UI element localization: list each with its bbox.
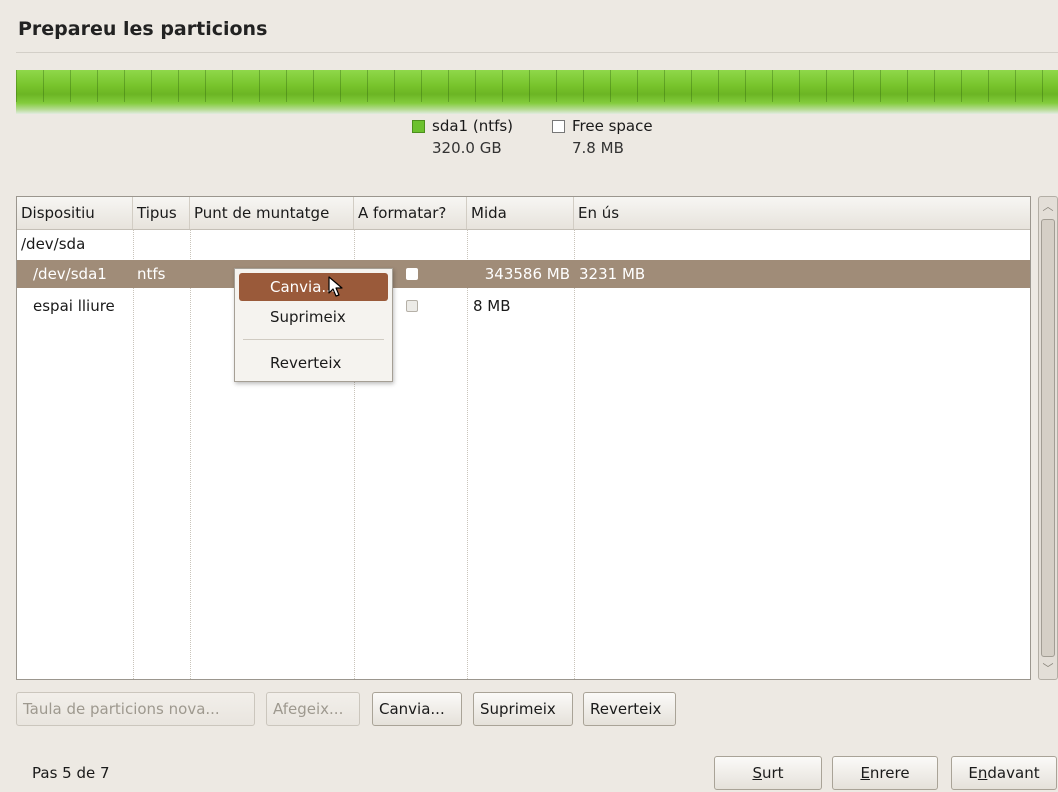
cell-size: 343586 MB <box>484 265 570 283</box>
legend-sda1-size: 320.0 GB <box>432 139 502 157</box>
context-menu-revert[interactable]: Reverteix <box>239 349 388 377</box>
back-label: nrere <box>869 764 910 782</box>
format-checkbox[interactable] <box>406 300 418 312</box>
partition-table[interactable]: Dispositiu Tipus Punt de muntatge A form… <box>16 196 1031 680</box>
add-partition-button[interactable]: Afegeix... <box>266 692 360 726</box>
legend-free-name: Free space <box>572 117 653 135</box>
table-row[interactable]: /dev/sda1 ntfs 343586 MB 3231 MB <box>17 260 1030 288</box>
scroll-down-icon[interactable]: ﹀ <box>1039 659 1057 679</box>
cell-type: ntfs <box>137 265 166 283</box>
step-indicator: Pas 5 de 7 <box>32 764 110 782</box>
back-mnemonic: E <box>860 764 870 782</box>
forward-mnemonic: n <box>977 764 988 782</box>
legend-free-size: 7.8 MB <box>572 139 624 157</box>
legend-sda1-name: sda1 (ntfs) <box>432 117 514 135</box>
format-checkbox[interactable] <box>406 268 418 280</box>
sda1-swatch-icon <box>412 120 425 133</box>
forward-label: davant <box>987 764 1040 782</box>
vertical-scrollbar[interactable]: ︿ ﹀ <box>1038 196 1058 680</box>
free-space-swatch-icon <box>552 120 565 133</box>
change-partition-button[interactable]: Canvia... <box>372 692 462 726</box>
page-title: Prepareu les particions <box>18 18 268 40</box>
forward-prefix: E <box>968 764 978 782</box>
table-row[interactable]: espai lliure 8 MB <box>17 292 1030 320</box>
new-partition-table-button[interactable]: Taula de particions nova... <box>16 692 255 726</box>
quit-button[interactable]: Surt <box>714 756 822 790</box>
cell-used: 3231 MB <box>579 265 646 283</box>
column-header-format[interactable]: A formatar? <box>354 197 467 229</box>
title-divider <box>16 52 1058 53</box>
forward-button[interactable]: Endavant <box>951 756 1057 790</box>
column-header-used[interactable]: En ús <box>574 197 1030 229</box>
quit-label: urt <box>761 764 784 782</box>
column-header-type[interactable]: Tipus <box>133 197 190 229</box>
mouse-pointer-icon <box>328 276 343 297</box>
revert-button[interactable]: Reverteix <box>583 692 676 726</box>
scroll-up-icon[interactable]: ︿ <box>1039 197 1057 217</box>
usage-bar-grid <box>16 70 1058 102</box>
scrollbar-thumb[interactable] <box>1041 219 1055 657</box>
delete-partition-button[interactable]: Suprimeix <box>473 692 573 726</box>
cell-device: espai lliure <box>33 297 115 315</box>
column-header-mount[interactable]: Punt de muntatge <box>190 197 354 229</box>
column-header-device[interactable]: Dispositiu <box>17 197 133 229</box>
cell-size: 8 MB <box>473 297 511 315</box>
quit-mnemonic: S <box>752 764 762 782</box>
column-header-size[interactable]: Mida <box>467 197 574 229</box>
context-menu: Canvia... Suprimeix Reverteix <box>234 268 393 382</box>
context-menu-change[interactable]: Canvia... <box>239 273 388 301</box>
context-menu-separator <box>243 339 384 340</box>
context-menu-delete[interactable]: Suprimeix <box>239 303 388 331</box>
cell-device: /dev/sda1 <box>33 265 107 283</box>
cell-device: /dev/sda <box>21 235 86 253</box>
partition-usage-bar <box>16 70 1058 114</box>
back-button[interactable]: Enrere <box>832 756 938 790</box>
table-header: Dispositiu Tipus Punt de muntatge A form… <box>17 197 1030 230</box>
table-row[interactable]: /dev/sda <box>17 230 1030 258</box>
